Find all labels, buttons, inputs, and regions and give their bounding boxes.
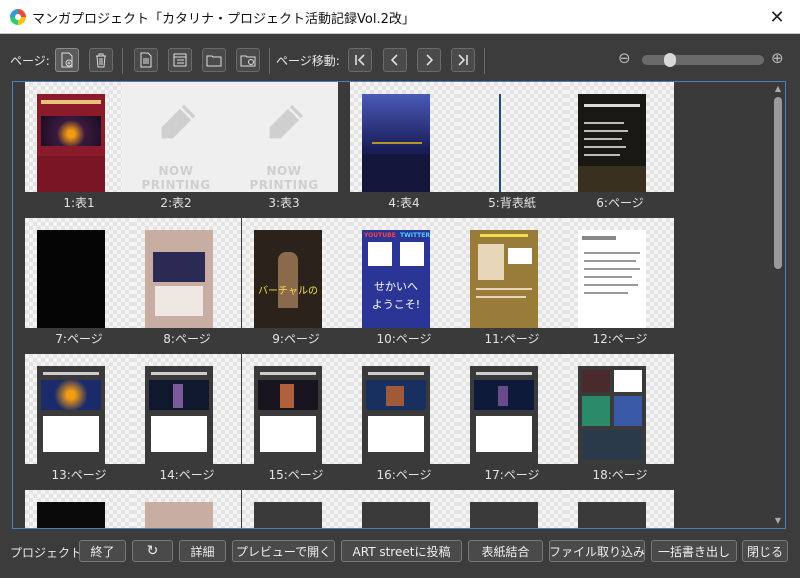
project-label: プロジェクト: [10, 546, 87, 560]
page-label: 18:ページ [592, 468, 648, 482]
page-caption: YOUTUBE [364, 232, 396, 239]
page-label: 16:ページ [376, 468, 432, 482]
qr-code [368, 242, 392, 266]
page-label: 12:ページ [592, 332, 648, 346]
page-label: 1:表1 [63, 196, 95, 210]
page-label: 6:ページ [596, 196, 644, 210]
app-icon [10, 9, 26, 25]
zoom-out-icon[interactable]: ⊖ [618, 49, 631, 67]
now-printing-text: NOW PRINTING [141, 164, 211, 192]
page-caption: TWITTER [400, 232, 430, 239]
page-label: 5:背表紙 [488, 196, 536, 210]
import-button[interactable] [236, 48, 260, 72]
add-page-button[interactable] [55, 48, 79, 72]
page-label: 4:表4 [388, 196, 420, 210]
next-page-button[interactable] [417, 48, 441, 72]
page-caption: せかいへ [374, 280, 418, 293]
page-caption: ようこそ! [371, 298, 421, 311]
list-settings-icon [173, 53, 187, 67]
page-label: 2:表2 [160, 196, 192, 210]
qr-code [400, 242, 424, 266]
page-label: 3:表3 [268, 196, 300, 210]
zoom-slider-track[interactable] [642, 55, 764, 65]
page-properties-button[interactable] [134, 48, 158, 72]
batch-export-button[interactable]: 一括書き出し [651, 540, 737, 562]
post-art-street-button[interactable]: ART streetに投稿 [341, 540, 462, 562]
page-label: 7:ページ [55, 332, 103, 346]
zoom-slider-thumb[interactable] [664, 53, 676, 67]
page-label: 14:ページ [159, 468, 215, 482]
page-grid: 1:表1 NOW PRINTING 2:表2 NOW PRINTING 3:表3 [12, 81, 786, 529]
chevron-left-icon [390, 54, 398, 66]
scrollbar-thumb[interactable] [774, 97, 782, 269]
import-file-button[interactable]: ファイル取り込み [549, 540, 645, 562]
close-button[interactable]: ✕ [754, 0, 800, 34]
zoom-in-icon[interactable]: ⊕ [771, 49, 784, 67]
now-printing-text: NOW PRINTING [249, 164, 319, 192]
window-title: マンガプロジェクト「カタリナ・プロジェクト活動記録Vol.2改」 [32, 12, 415, 27]
close-button[interactable]: 閉じる [742, 540, 788, 562]
refresh-icon[interactable]: ↻ [132, 540, 173, 562]
details-button[interactable]: 詳細 [179, 540, 226, 562]
page-label: 13:ページ [51, 468, 107, 482]
prev-page-button[interactable] [383, 48, 407, 72]
add-page-icon [61, 52, 73, 68]
chevron-right-icon [426, 54, 434, 66]
first-page-button[interactable] [348, 48, 372, 72]
page-label: 15:ページ [268, 468, 324, 482]
first-page-icon [355, 54, 365, 66]
page-label: 10:ページ [376, 332, 432, 346]
page-caption: バーチャルの [258, 286, 318, 297]
vertical-scrollbar[interactable]: ▲ ▼ [772, 83, 784, 527]
quit-button[interactable]: 終了 [79, 540, 126, 562]
open-folder-button[interactable] [202, 48, 226, 72]
last-page-button[interactable] [451, 48, 475, 72]
title-bar: マンガプロジェクト「カタリナ・プロジェクト活動記録Vol.2改」 ✕ [0, 0, 800, 34]
folder-icon [206, 55, 222, 67]
delete-page-button[interactable] [89, 48, 113, 72]
pencil-icon [269, 104, 304, 139]
cover-merge-button[interactable]: 表紙結合 [468, 540, 543, 562]
page-label: 11:ページ [484, 332, 540, 346]
last-page-icon [458, 54, 468, 66]
page-label: 17:ページ [484, 468, 540, 482]
page-label: 9:ページ [272, 332, 320, 346]
page-settings-button[interactable] [168, 48, 192, 72]
page-label: 8:ページ [163, 332, 211, 346]
scroll-up-icon[interactable]: ▲ [772, 83, 784, 95]
scroll-down-icon[interactable]: ▼ [772, 515, 784, 527]
document-icon [140, 52, 152, 68]
trash-icon [96, 53, 106, 68]
open-preview-button[interactable]: プレビューで開く [232, 540, 335, 562]
page-move-label: ページ移動: [276, 54, 340, 68]
page-label: ページ: [10, 54, 50, 68]
folder-gear-icon [240, 55, 256, 67]
bottom-bar: プロジェクト: 終了 ↻ 詳細 プレビューで開く ART streetに投稿 表… [0, 536, 800, 566]
pencil-icon [161, 104, 196, 139]
